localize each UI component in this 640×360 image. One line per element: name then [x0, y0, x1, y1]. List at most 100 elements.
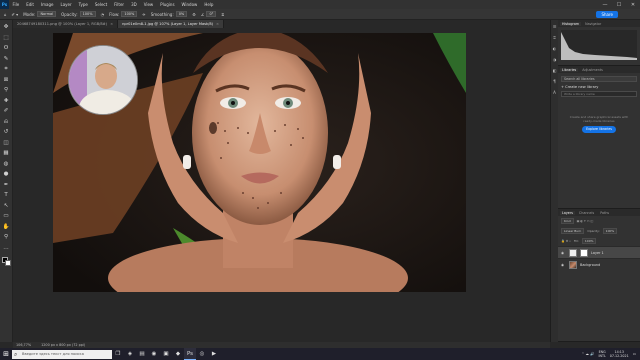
- symmetry-icon[interactable]: ⧖: [221, 12, 224, 17]
- airbrush-icon[interactable]: ✈: [142, 12, 145, 17]
- tab-libraries[interactable]: Libraries: [560, 67, 579, 72]
- more-tools-icon[interactable]: …: [3, 245, 10, 252]
- menu-type[interactable]: Type: [75, 2, 91, 7]
- layer-opacity-input[interactable]: 100%: [602, 228, 618, 234]
- marquee-icon[interactable]: ⬚: [3, 35, 10, 42]
- image-canvas[interactable]: [53, 33, 466, 292]
- angle-control[interactable]: ∠ 0°: [201, 11, 217, 17]
- close-window-button[interactable]: ✕: [626, 2, 640, 8]
- explore-libraries-button[interactable]: Explore libraries: [582, 126, 616, 133]
- layer-mask-thumbnail[interactable]: [580, 248, 588, 257]
- tab-document-2[interactable]: npr01e0m8-1.jpg @ 107% (Layer 1, Layer M…: [118, 20, 225, 28]
- chrome-icon[interactable]: ◉: [148, 348, 160, 360]
- character-icon[interactable]: A: [553, 90, 556, 95]
- menu-file[interactable]: File: [9, 2, 23, 7]
- file-explorer-icon[interactable]: ▤: [136, 348, 148, 360]
- quick-select-icon[interactable]: ✎: [3, 56, 10, 63]
- tab-layers[interactable]: Layers: [560, 210, 575, 215]
- tray-icons[interactable]: ⌃ ☁ 🔊: [581, 352, 594, 356]
- menu-help[interactable]: Help: [201, 2, 217, 7]
- flow-control[interactable]: Flow: 100%: [109, 11, 138, 17]
- opacity-control[interactable]: Opacity: 100%: [61, 11, 96, 17]
- dodge-icon[interactable]: ●: [3, 171, 10, 178]
- flow-input[interactable]: 100%: [121, 11, 138, 17]
- maximize-button[interactable]: ☐: [612, 2, 626, 8]
- app-icon[interactable]: ◆: [172, 348, 184, 360]
- smoothing-input[interactable]: 0%: [175, 11, 188, 17]
- menu-filter[interactable]: Filter: [111, 2, 128, 7]
- frame-icon[interactable]: ⊠: [3, 77, 10, 84]
- taskbar-search-input[interactable]: Введите здесь текст для поиска: [12, 349, 112, 359]
- document-workspace[interactable]: [13, 28, 550, 342]
- share-button[interactable]: Share: [596, 10, 618, 18]
- menu-select[interactable]: Select: [91, 2, 110, 7]
- eyedropper-icon[interactable]: ⚲: [3, 87, 10, 94]
- path-select-icon[interactable]: ↖: [3, 203, 10, 210]
- adjust-icon[interactable]: ◐: [553, 46, 557, 51]
- windows-start-icon[interactable]: ⊞: [0, 348, 12, 360]
- close-tab-icon[interactable]: ×: [216, 22, 219, 26]
- app-icon[interactable]: ▣: [160, 348, 172, 360]
- grid-panel-icon[interactable]: ⌗: [553, 35, 555, 40]
- menu-view[interactable]: View: [140, 2, 157, 7]
- language-indicator[interactable]: ENG INTL: [599, 350, 606, 358]
- layer-row[interactable]: ◉ Background: [558, 258, 640, 270]
- gradient-icon[interactable]: ▦: [3, 150, 10, 157]
- clone-stamp-icon[interactable]: ⎌: [3, 119, 10, 126]
- fill-input[interactable]: 100%: [581, 238, 597, 244]
- blur-icon[interactable]: ◍: [3, 161, 10, 168]
- library-search[interactable]: Search all libraries: [561, 76, 637, 82]
- app-icon[interactable]: ◎: [196, 348, 208, 360]
- hand-icon[interactable]: ✋: [3, 224, 10, 231]
- layer-row[interactable]: ◉ Layer 1: [558, 246, 640, 258]
- history-brush-icon[interactable]: ↺: [3, 129, 10, 136]
- app-icon[interactable]: ▶: [208, 348, 220, 360]
- close-tab-icon[interactable]: ×: [110, 22, 113, 26]
- kind-filter-select[interactable]: Kind: [561, 218, 574, 224]
- lock-icons[interactable]: 🔒 ✥ ⌗: [561, 239, 571, 243]
- lasso-icon[interactable]: ʘ: [3, 45, 10, 52]
- angle-input[interactable]: 0°: [206, 11, 217, 17]
- minimize-button[interactable]: —: [598, 2, 612, 8]
- type-icon[interactable]: T: [3, 192, 10, 199]
- home-icon[interactable]: ⌂: [4, 12, 7, 17]
- move-icon[interactable]: ✥: [3, 24, 10, 31]
- menu-3d[interactable]: 3D: [128, 2, 141, 7]
- smoothing-control[interactable]: Smoothing: 0%: [151, 11, 188, 17]
- tab-histogram[interactable]: Histogram: [560, 21, 582, 26]
- tab-adjustments[interactable]: Adjustments: [580, 68, 605, 72]
- pressure-opacity-icon[interactable]: ◔: [101, 12, 105, 17]
- visibility-eye-icon[interactable]: ◉: [561, 251, 566, 255]
- swatches-icon[interactable]: ◧: [553, 68, 557, 73]
- tab-channels[interactable]: Channels: [577, 211, 596, 215]
- color-swatches[interactable]: [1, 257, 11, 266]
- create-library-button[interactable]: + Create new library: [561, 85, 637, 89]
- panel-menu-icon[interactable]: ☰: [553, 24, 557, 29]
- brush-icon[interactable]: ✐: [3, 108, 10, 115]
- crop-icon[interactable]: ⌗: [3, 66, 10, 73]
- menu-window[interactable]: Window: [178, 2, 201, 7]
- menu-layer[interactable]: Layer: [57, 2, 75, 7]
- paragraph-icon[interactable]: ¶: [553, 79, 556, 84]
- pen-icon[interactable]: ✒: [3, 182, 10, 189]
- background-color[interactable]: [4, 260, 11, 266]
- mode-select[interactable]: Normal: [37, 11, 57, 17]
- blend-mode-select[interactable]: Linear Burn: [561, 228, 585, 234]
- zoom-icon[interactable]: ⚲: [3, 234, 10, 241]
- menu-edit[interactable]: Edit: [23, 2, 38, 7]
- rectangle-icon[interactable]: ▭: [3, 213, 10, 220]
- photoshop-icon[interactable]: Ps: [184, 348, 196, 360]
- notifications-icon[interactable]: ▭: [633, 352, 636, 356]
- eraser-icon[interactable]: ◫: [3, 140, 10, 147]
- clock[interactable]: 14:13 07.12.2021: [610, 350, 629, 358]
- opacity-input[interactable]: 100%: [79, 11, 96, 17]
- tab-navigator[interactable]: Navigator: [583, 22, 603, 26]
- menu-image[interactable]: Image: [37, 2, 57, 7]
- browser-icon[interactable]: ◈: [124, 348, 136, 360]
- task-view-icon[interactable]: ❐: [112, 348, 124, 360]
- brush-preset-icon[interactable]: ✐ ▾: [12, 12, 19, 17]
- tab-paths[interactable]: Paths: [598, 211, 611, 215]
- contrast-icon[interactable]: ◑: [553, 57, 557, 62]
- mode-control[interactable]: Mode: Normal: [23, 11, 57, 17]
- library-name-input[interactable]: Write a library name: [561, 91, 637, 97]
